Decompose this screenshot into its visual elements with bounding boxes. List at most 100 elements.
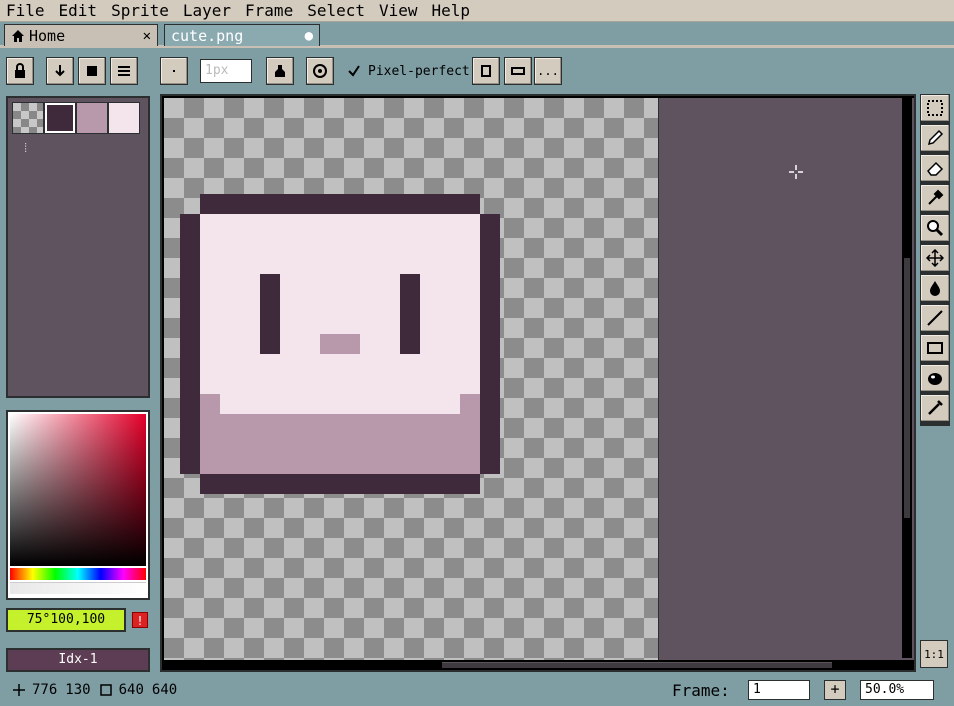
crosshair-cursor-icon <box>789 165 803 179</box>
swatch-transparent[interactable] <box>12 102 44 134</box>
symmetry-icon <box>481 65 491 77</box>
frame-input[interactable]: 1 <box>748 680 810 700</box>
paint-bucket-icon <box>930 281 940 296</box>
sprite-outline-right <box>480 214 500 474</box>
menu-icon <box>118 66 130 76</box>
zoom-input[interactable]: 50.0% <box>860 680 934 700</box>
palette-index-button[interactable]: Idx-1 <box>6 648 150 672</box>
frame-label: Frame: <box>672 681 730 700</box>
magnifier-icon <box>927 220 944 237</box>
horizontal-scrollbar[interactable] <box>162 660 914 670</box>
contour-tool[interactable] <box>920 364 950 392</box>
warning-icon[interactable]: ! <box>132 612 148 628</box>
brush-type-button[interactable] <box>46 57 74 85</box>
sprite-height: 640 <box>151 682 178 698</box>
swatch-light[interactable] <box>108 102 140 134</box>
home-icon <box>12 29 24 42</box>
canvas-viewport[interactable] <box>164 98 914 660</box>
rectangle-tool[interactable] <box>920 334 950 362</box>
brush-options-button[interactable] <box>110 57 138 85</box>
sprite-width: 640 <box>118 682 144 698</box>
pencil-icon <box>927 129 944 146</box>
arrow-down-icon <box>55 65 65 77</box>
vertical-scroll-thumb[interactable] <box>904 258 910 518</box>
sprite-outline-top <box>200 194 480 214</box>
menu-frame[interactable]: Frame <box>239 0 301 22</box>
modified-dot-icon[interactable]: ● <box>305 28 313 44</box>
alpha-slider[interactable] <box>10 582 146 594</box>
line-icon <box>927 310 943 326</box>
move-tool[interactable] <box>920 244 950 272</box>
tab-cute-png[interactable]: cute.png ● <box>164 24 320 46</box>
paint-bucket-tool[interactable] <box>920 274 950 302</box>
sprite-outline-left <box>180 214 200 474</box>
move-icon <box>926 249 944 267</box>
zoom-tool[interactable] <box>920 214 950 242</box>
rectangular-marquee-tool[interactable] <box>920 94 950 122</box>
more-label: ... <box>537 64 559 78</box>
sprite-outline-bottom <box>200 474 480 494</box>
swatch-dark[interactable] <box>44 102 76 134</box>
sprite-artwork <box>180 194 500 494</box>
spray-icon <box>313 64 327 78</box>
tab-home[interactable]: Home ✕ <box>4 24 158 46</box>
saturation-value-area[interactable] <box>10 414 146 566</box>
brush-icon <box>928 400 943 415</box>
status-coordinates: 776 130 640 640 <box>12 682 185 698</box>
blob-icon <box>928 373 942 385</box>
menu-layer[interactable]: Layer <box>177 0 239 22</box>
symmetry-vertical-button[interactable] <box>472 57 500 85</box>
eyedropper-tool[interactable] <box>920 184 950 212</box>
tab-home-label: Home <box>29 26 66 45</box>
sprite-eye-right <box>400 274 420 354</box>
eyedropper-icon <box>928 189 944 205</box>
brush-size-input[interactable]: 1px <box>200 59 252 83</box>
hue-slider[interactable] <box>10 568 146 580</box>
sprite-mouth <box>320 334 360 354</box>
zoom-1-1-button[interactable]: 1:1 <box>920 640 948 668</box>
tab-close-icon[interactable]: ✕ <box>143 28 151 44</box>
sprite-eye-left <box>260 274 280 354</box>
symmetry-horizontal-button[interactable] <box>504 57 532 85</box>
horizontal-scroll-thumb[interactable] <box>442 662 832 668</box>
color-value-field[interactable]: 75°100,100 <box>6 608 126 632</box>
add-frame-button[interactable]: + <box>824 680 846 700</box>
ink-button[interactable] <box>266 57 294 85</box>
color-picker <box>6 410 150 600</box>
eraser-icon <box>927 161 944 176</box>
brush-point-button[interactable] <box>160 57 188 85</box>
vertical-scrollbar[interactable] <box>902 98 912 658</box>
crosshair-icon <box>13 684 25 696</box>
menu-file[interactable]: File <box>0 0 53 22</box>
palette-grip-icon[interactable]: ⁞ <box>22 142 29 154</box>
blur-tool[interactable] <box>920 394 950 422</box>
checkmark-icon <box>348 65 360 77</box>
spray-button[interactable] <box>306 57 334 85</box>
menu-help[interactable]: Help <box>426 0 479 22</box>
lock-icon <box>15 63 25 78</box>
menu-select[interactable]: Select <box>301 0 373 22</box>
symmetry-h-icon <box>511 67 525 75</box>
cursor-x: 776 <box>32 682 58 698</box>
pixel-perfect-label: Pixel-perfect <box>368 63 470 79</box>
dot-icon <box>173 70 175 72</box>
more-options-button[interactable]: ... <box>534 57 562 85</box>
palette-panel: ⁞ <box>6 96 150 398</box>
lock-button[interactable] <box>6 57 34 85</box>
menu-sprite[interactable]: Sprite <box>105 0 177 22</box>
rectangle-icon <box>927 342 943 354</box>
selection-size-icon <box>99 684 112 696</box>
brush-square-button[interactable] <box>78 57 106 85</box>
context-toolbar: 1px Pixel-perfect ... <box>0 51 954 91</box>
eraser-tool[interactable] <box>920 154 950 182</box>
tab-file-label: cute.png <box>171 26 244 45</box>
canvas-editor <box>160 94 916 672</box>
pixel-perfect-toggle[interactable]: Pixel-perfect <box>346 63 470 79</box>
marquee-icon <box>927 100 943 116</box>
square-brush-icon <box>87 66 97 76</box>
pencil-tool[interactable] <box>920 124 950 152</box>
line-tool[interactable] <box>920 304 950 332</box>
swatch-mid[interactable] <box>76 102 108 134</box>
menu-edit[interactable]: Edit <box>53 0 106 22</box>
menu-view[interactable]: View <box>373 0 426 22</box>
